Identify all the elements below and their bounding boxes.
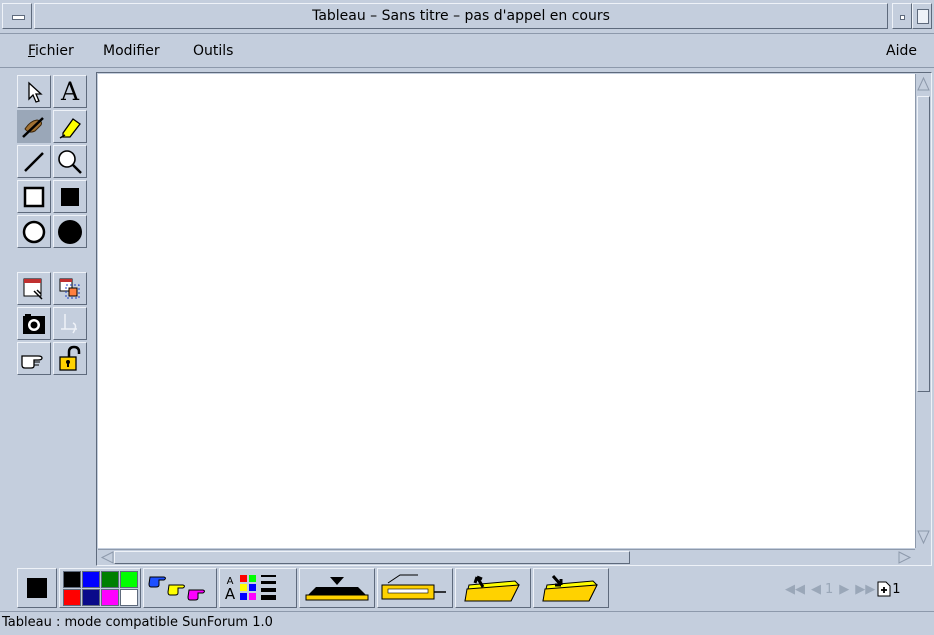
title-bar: Tableau – Sans titre – pas d'appel en co… [0, 0, 934, 34]
text-tool[interactable]: A [53, 75, 87, 108]
menu-fichier-label: ichier [35, 43, 74, 59]
remote-pointer-tool[interactable] [17, 342, 51, 375]
crop-disabled-icon [61, 313, 77, 333]
font-size-bottom-glyph: A [224, 585, 236, 603]
current-color-swatch [27, 578, 47, 598]
font-and-fill-button[interactable]: A A [219, 568, 297, 608]
region-grab-icon [59, 278, 80, 298]
save-file-button[interactable] [533, 568, 609, 608]
magnifier-icon [58, 149, 82, 174]
new-page-icon[interactable] [877, 581, 891, 597]
remote-pointers-icon [148, 576, 205, 601]
tool-palette: A [15, 72, 93, 607]
whiteboard-frame [96, 72, 932, 566]
scan-button[interactable] [299, 568, 375, 608]
ellipse-outline-icon [22, 220, 46, 243]
open-folder-icon [464, 575, 520, 602]
minimize-button[interactable] [892, 3, 912, 29]
remote-pointers-button[interactable] [143, 568, 217, 608]
lock-icon [59, 345, 81, 371]
color-swatch[interactable] [62, 588, 81, 606]
color-swatch[interactable] [81, 570, 100, 588]
menu-bar: Fichier Modifier Outils Aide [0, 36, 934, 68]
lock-tool[interactable] [53, 342, 87, 375]
scanner-icon [305, 577, 369, 601]
color-swatch[interactable] [62, 570, 81, 588]
horizontal-scrollbar[interactable] [98, 549, 915, 565]
printer-icon [381, 574, 446, 600]
page-navigator: ◀◀ ◀ 1 ▶ ▶▶ 1 [785, 580, 901, 598]
color-swatch[interactable] [119, 588, 138, 606]
camera-icon [23, 313, 45, 334]
page-count: 1 [892, 581, 901, 597]
pen-tool-icon [22, 116, 44, 138]
first-page-icon: ◀◀ [785, 581, 805, 597]
menu-aide[interactable]: Aide [882, 43, 921, 59]
scroll-right-icon[interactable] [898, 551, 912, 564]
fill-style-icon [240, 575, 277, 600]
ellipse-filled-tool[interactable] [53, 215, 87, 248]
last-page-icon: ▶▶ [855, 581, 876, 597]
menu-fichier[interactable]: Fichier [24, 43, 78, 59]
window-grab-icon [23, 278, 43, 300]
pointing-hand-icon [21, 354, 43, 369]
color-swatch[interactable] [100, 588, 119, 606]
minimize-icon [900, 15, 905, 20]
vertical-scroll-thumb[interactable] [917, 96, 930, 392]
color-swatch[interactable] [81, 588, 100, 606]
select-tool[interactable] [17, 75, 51, 108]
menu-fichier-mnemonic: F [28, 43, 36, 59]
scroll-up-icon[interactable] [917, 76, 930, 92]
scroll-down-icon[interactable] [917, 529, 930, 545]
highlighter-icon [59, 117, 81, 139]
open-file-button[interactable] [455, 568, 531, 608]
ellipse-filled-icon [58, 219, 82, 244]
bottom-toolbar: A A ◀◀ ◀ 1 ▶ ▶▶ 1 [15, 568, 934, 608]
scroll-left-icon[interactable] [100, 551, 114, 564]
print-button[interactable] [377, 568, 453, 608]
crop-tool [53, 307, 87, 340]
previous-page-icon: ◀ [811, 581, 821, 597]
ellipse-outline-tool[interactable] [17, 215, 51, 248]
next-page-icon: ▶ [839, 581, 850, 597]
page-number: 1 [825, 581, 834, 597]
text-tool-icon: A [60, 77, 80, 106]
region-grab-tool[interactable] [53, 272, 87, 305]
snapshot-tool[interactable] [17, 307, 51, 340]
color-palette [59, 568, 141, 608]
maximize-icon [917, 9, 929, 24]
select-pointer-icon [28, 81, 43, 103]
save-folder-icon [542, 575, 598, 602]
highlighter-tool[interactable] [53, 110, 87, 143]
color-swatch[interactable] [119, 570, 138, 588]
drawing-canvas[interactable] [98, 74, 915, 548]
rectangle-outline-icon [23, 186, 45, 207]
rectangle-filled-tool[interactable] [53, 180, 87, 213]
window-menu-icon [12, 15, 25, 20]
line-tool[interactable] [17, 145, 51, 178]
window-title: Tableau – Sans titre – pas d'appel en co… [34, 3, 888, 29]
maximize-button[interactable] [912, 3, 932, 29]
current-color-button[interactable] [17, 568, 57, 608]
rectangle-filled-icon [61, 187, 79, 206]
menu-outils[interactable]: Outils [189, 43, 237, 59]
vertical-scrollbar[interactable] [915, 74, 931, 548]
color-swatch[interactable] [100, 570, 119, 588]
window-menu-button[interactable] [2, 3, 32, 29]
pen-tool[interactable] [17, 110, 51, 143]
line-tool-icon [24, 151, 44, 172]
window-grab-tool[interactable] [17, 272, 51, 305]
zoom-tool[interactable] [53, 145, 87, 178]
menu-modifier[interactable]: Modifier [99, 43, 164, 59]
status-bar: Tableau : mode compatible SunForum 1.0 [0, 611, 934, 635]
rectangle-outline-tool[interactable] [17, 180, 51, 213]
horizontal-scroll-thumb[interactable] [114, 551, 630, 564]
status-text: Tableau : mode compatible SunForum 1.0 [2, 615, 273, 630]
